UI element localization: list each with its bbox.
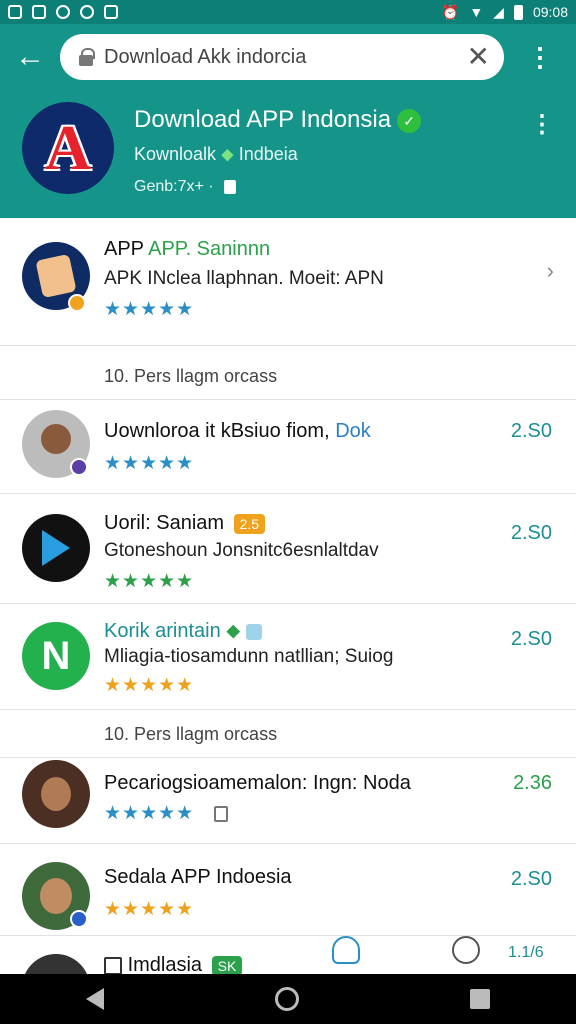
app-title: Download APP Indonsia ✓ (134, 106, 422, 134)
bookmark-icon (214, 805, 229, 822)
app-subtitle: Kownloalk ⬥ Indbeia (134, 144, 298, 164)
back-arrow-icon[interactable]: ← (0, 24, 60, 90)
leaf-icon: ⬥ (221, 144, 234, 164)
price: 1.1/6 (508, 944, 544, 961)
badge-icon (68, 294, 86, 312)
clear-search-icon[interactable]: ✕ (467, 43, 490, 71)
info-icon (245, 623, 262, 640)
signal-icon: ◢ (493, 3, 504, 20)
chevron-right-icon[interactable]: › (547, 258, 554, 284)
section-header: 10. Pers llagm orcass (0, 352, 576, 400)
status-bar: ⏰ ▼ ◢ 09:08 (0, 0, 576, 24)
list-item[interactable]: Pecariogsioamemalon: Ingn: Noda ★★★★★ 2.… (0, 758, 576, 844)
tag-chip: SK (211, 955, 243, 976)
rating-stars: ★★★★★ (104, 802, 229, 825)
price: 2.36 (513, 772, 552, 794)
status-time: 09:08 (532, 4, 568, 20)
list-item[interactable]: APP APP. Saninnn APK INclea llaphnan. Mo… (0, 218, 576, 346)
rating-stars: ★★★★★ (104, 453, 195, 474)
list-item[interactable]: Uownloroa it kBsiuo fiom, Dok ★★★★★ 2.S0 (0, 400, 576, 494)
price: 2.S0 (510, 628, 552, 650)
rating-stars: ★★★★★ (104, 899, 195, 920)
notification-icon (104, 5, 118, 19)
section-header: 10. Pers llagm orcass (0, 710, 576, 758)
notification-icons (8, 5, 118, 19)
verified-icon: ✓ (397, 108, 422, 133)
clock-icon[interactable] (452, 936, 480, 964)
system-nav-bar (0, 974, 576, 1024)
leaf-icon: ⬥ (226, 620, 241, 642)
nav-home-icon[interactable] (274, 987, 299, 1011)
person-icon[interactable] (332, 936, 360, 964)
alarm-icon: ⏰ (441, 3, 460, 20)
notification-icon (80, 5, 94, 19)
rating-stars: ★★★★★ (104, 299, 195, 320)
app-header-card: A Download APP Indonsia ✓ Kownloalk ⬥ Ind… (0, 90, 576, 218)
list-item[interactable]: N Korik arintain ⬥ Mliagia-tiosamdunn na… (0, 604, 576, 710)
badge-icon (70, 910, 88, 928)
list-item[interactable]: Uoril: Saniam 2.5 Gtoneshoun Jonsnitc6es… (0, 494, 576, 604)
price: 2.S0 (510, 868, 552, 890)
wifi-icon: ▼ (469, 4, 484, 20)
avatar (22, 760, 90, 828)
notification-icon (56, 5, 70, 19)
list-item[interactable]: Sedala APP Indoesia ★★★★★ 2.S0 (0, 844, 576, 936)
header-more-icon[interactable]: ⋮ (530, 110, 554, 139)
app-bar: ← ✕ ⋮ (0, 24, 576, 90)
lock-icon (78, 48, 95, 66)
rating-stars: ★★★★★ (104, 571, 195, 592)
rating-chip: 2.5 (233, 513, 266, 534)
bottom-toolbar (332, 936, 360, 964)
rating-stars: ★★★★★ (104, 675, 195, 696)
search-bar[interactable]: ✕ (60, 34, 504, 80)
notification-icon (8, 5, 22, 19)
price: 2.S0 (510, 522, 552, 544)
nav-back-icon[interactable] (85, 988, 104, 1010)
badge-icon (70, 458, 88, 476)
overflow-menu-icon[interactable]: ⋮ (504, 24, 576, 90)
app-list: APP APP. Saninnn APK INclea llaphnan. Mo… (0, 218, 576, 996)
checkbox-icon[interactable] (104, 956, 122, 975)
notification-icon (32, 5, 46, 19)
search-input[interactable] (104, 45, 467, 69)
nav-recents-icon[interactable] (470, 989, 491, 1009)
app-icon: N (22, 622, 90, 690)
app-logo: A (22, 102, 114, 194)
battery-icon (513, 4, 523, 20)
play-store-icon (22, 514, 90, 582)
price: 2.S0 (510, 420, 552, 442)
shopping-bag-icon (223, 179, 236, 194)
app-meta: Genb:7x+ · (134, 178, 236, 196)
